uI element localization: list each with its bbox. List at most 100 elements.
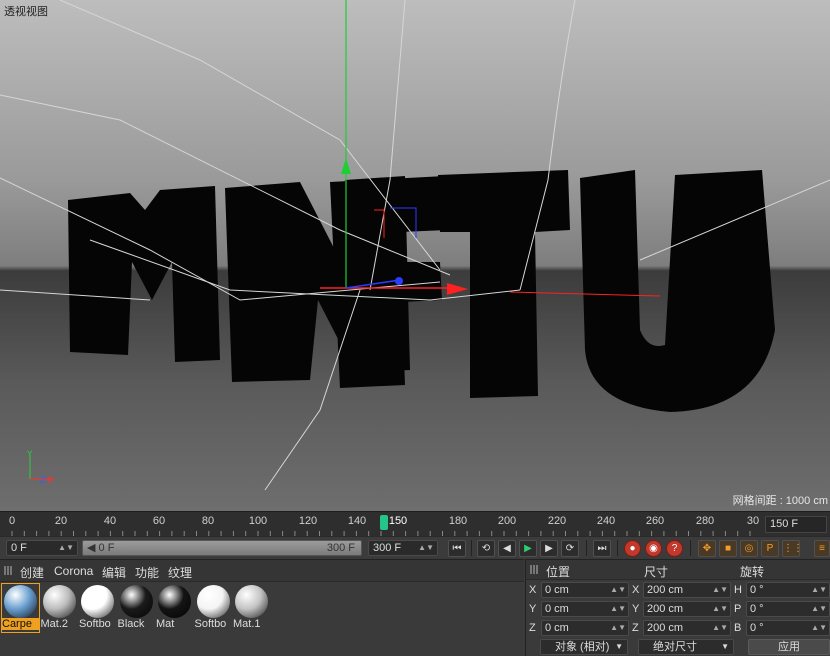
pla-key-icon[interactable]: ⋮⋮ — [782, 540, 803, 557]
end-frame-value: 300 F — [373, 542, 402, 554]
material-swatch[interactable]: Black — [118, 584, 155, 632]
position-field[interactable]: 0 cm ▲▼ — [541, 620, 629, 636]
keyframe-selection-icon[interactable]: ? — [666, 540, 683, 557]
coordinates-header: 位置 尺寸 旋转 — [526, 560, 830, 580]
record-keys-icon[interactable]: ● — [624, 540, 641, 557]
menu-edit[interactable]: 编辑 — [102, 564, 126, 581]
param-key-icon[interactable]: P — [761, 540, 779, 557]
start-frame-field[interactable]: 0 F ▲▼ — [6, 540, 78, 556]
axis-label: B — [734, 622, 742, 634]
material-swatch[interactable]: Mat — [156, 584, 193, 632]
current-frame-field[interactable]: 150 F — [765, 516, 827, 533]
rotation-field-value: 0 ° — [750, 603, 764, 615]
size-mode-value: 绝对尺寸 — [653, 641, 697, 653]
move-key-icon[interactable]: ✥ — [698, 540, 716, 557]
rotation-field[interactable]: 0 ° ▲▼ — [746, 620, 830, 636]
menu-corona[interactable]: Corona — [54, 564, 93, 578]
tick-label: 150 — [388, 515, 408, 527]
perspective-viewport[interactable]: 透视视图 Y Z X 网格间距 : 1000 cm — [0, 0, 830, 511]
spinner-icon[interactable]: ▲▼ — [610, 583, 626, 597]
position-field[interactable]: 0 cm ▲▼ — [541, 582, 629, 598]
tick-label: 140 — [347, 515, 367, 527]
tick-label: 40 — [103, 515, 117, 527]
rotation-header: 旋转 — [740, 565, 765, 579]
material-label: Mat — [156, 618, 175, 630]
tick-label: 180 — [448, 515, 468, 527]
material-preview-icon — [81, 585, 114, 618]
tick-label: 240 — [596, 515, 616, 527]
axis-label: Z — [529, 622, 536, 634]
material-preview-icon — [158, 585, 191, 618]
spinner-icon[interactable]: ▲▼ — [811, 602, 827, 616]
coordinate-row: Y 0 cm ▲▼ Y 200 cm ▲▼ P 0 ° ▲▼ — [526, 601, 830, 618]
material-preview-icon — [196, 585, 230, 618]
material-swatch[interactable]: Softbo — [79, 584, 116, 632]
spinner-icon[interactable]: ▲▼ — [610, 621, 626, 635]
next-frame-icon[interactable]: ▶ — [540, 540, 558, 557]
material-label: Mat.2 — [40, 618, 69, 630]
apply-button[interactable]: 应用 — [748, 639, 830, 655]
size-field[interactable]: 200 cm ▲▼ — [643, 620, 731, 636]
next-key-icon[interactable]: ⟳ — [561, 540, 579, 557]
tick-label: 280 — [695, 515, 715, 527]
rotation-field-value: 0 ° — [750, 622, 764, 634]
rotate-key-icon[interactable]: ◎ — [740, 540, 758, 557]
size-field[interactable]: 200 cm ▲▼ — [643, 582, 731, 598]
spinner-icon[interactable]: ▲▼ — [712, 583, 728, 597]
tick-label: 100 — [248, 515, 268, 527]
timeline-menu-icon[interactable]: ≡ — [814, 540, 830, 557]
axis-y-label: Y — [26, 450, 33, 460]
material-label: Softbo — [194, 618, 227, 630]
viewport-title[interactable]: 透视视图 — [4, 3, 48, 19]
previous-key-icon[interactable]: ⟲ — [477, 540, 495, 557]
position-field[interactable]: 0 cm ▲▼ — [541, 601, 629, 617]
spinner-icon[interactable]: ▲▼ — [811, 621, 827, 635]
range-end-value: 300 F — [326, 542, 355, 554]
scene-canvas[interactable] — [0, 0, 830, 511]
menu-create[interactable]: 创建 — [20, 564, 44, 581]
extruded-text-object[interactable] — [68, 170, 775, 412]
menu-function[interactable]: 功能 — [135, 564, 159, 581]
tick-label: 60 — [152, 515, 166, 527]
material-preview-icon — [119, 585, 153, 618]
spinner-icon[interactable]: ▲▼ — [610, 602, 626, 616]
tick-label: 260 — [645, 515, 665, 527]
panel-grip-icon[interactable] — [530, 565, 539, 574]
rotation-field[interactable]: 0 ° ▲▼ — [746, 601, 830, 617]
rotation-field-value: 0 ° — [750, 584, 764, 596]
play-icon[interactable]: ▶ — [519, 540, 537, 557]
go-to-end-icon[interactable]: ⏭ — [593, 540, 611, 557]
material-swatch[interactable]: Mat.1 — [233, 584, 270, 632]
go-to-start-icon[interactable]: ⏮ — [448, 540, 466, 557]
tick-label: 0 — [8, 515, 16, 527]
previous-frame-icon[interactable]: ◀ — [498, 540, 516, 557]
coordinate-mode-dropdown[interactable]: 对象 (相对) ▼ — [540, 639, 628, 655]
axis-z-label: Z — [40, 476, 46, 486]
size-mode-dropdown[interactable]: 绝对尺寸 ▼ — [638, 639, 734, 655]
transport-bar: 0 F ▲▼ ◀ 0 F 300 F 300 F ▲▼ ⏮ ⟲ ◀ ▶ ▶ ⟳ ⏭ … — [0, 536, 830, 558]
spinner-icon[interactable]: ▲▼ — [811, 583, 827, 597]
preview-range-slider[interactable]: ◀ 0 F 300 F — [82, 540, 362, 556]
end-frame-field[interactable]: 300 F ▲▼ — [368, 540, 438, 556]
material-swatch[interactable]: Softbo — [195, 584, 232, 632]
axis-label: P — [734, 603, 742, 615]
grid-distance-label: 网格间距 : 1000 cm — [732, 495, 828, 507]
tick-label: 120 — [298, 515, 318, 527]
timeline-ruler[interactable]: 0 20 40 60 80 100 120 140 150 180 200 220 240 260 280 3… — [0, 511, 830, 536]
menu-texture[interactable]: 纹理 — [168, 564, 192, 581]
coordinate-mode-value: 对象 (相对) — [555, 641, 610, 653]
scale-key-icon[interactable]: ■ — [719, 540, 737, 557]
start-frame-value: 0 F — [11, 542, 27, 554]
axis-label: Z — [632, 622, 639, 634]
spinner-icon[interactable]: ▲▼ — [712, 602, 728, 616]
panel-grip-icon[interactable] — [4, 566, 13, 575]
material-swatch[interactable]: Carpe — [1, 583, 40, 633]
range-start-value: ◀ 0 F — [87, 542, 115, 554]
axis-x-label: X — [47, 476, 53, 486]
material-swatch[interactable]: Mat.2 — [41, 584, 78, 632]
playhead[interactable] — [380, 515, 388, 530]
autokey-icon[interactable]: ◉ — [645, 540, 662, 557]
spinner-icon[interactable]: ▲▼ — [712, 621, 728, 635]
rotation-field[interactable]: 0 ° ▲▼ — [746, 582, 830, 598]
size-field[interactable]: 200 cm ▲▼ — [643, 601, 731, 617]
